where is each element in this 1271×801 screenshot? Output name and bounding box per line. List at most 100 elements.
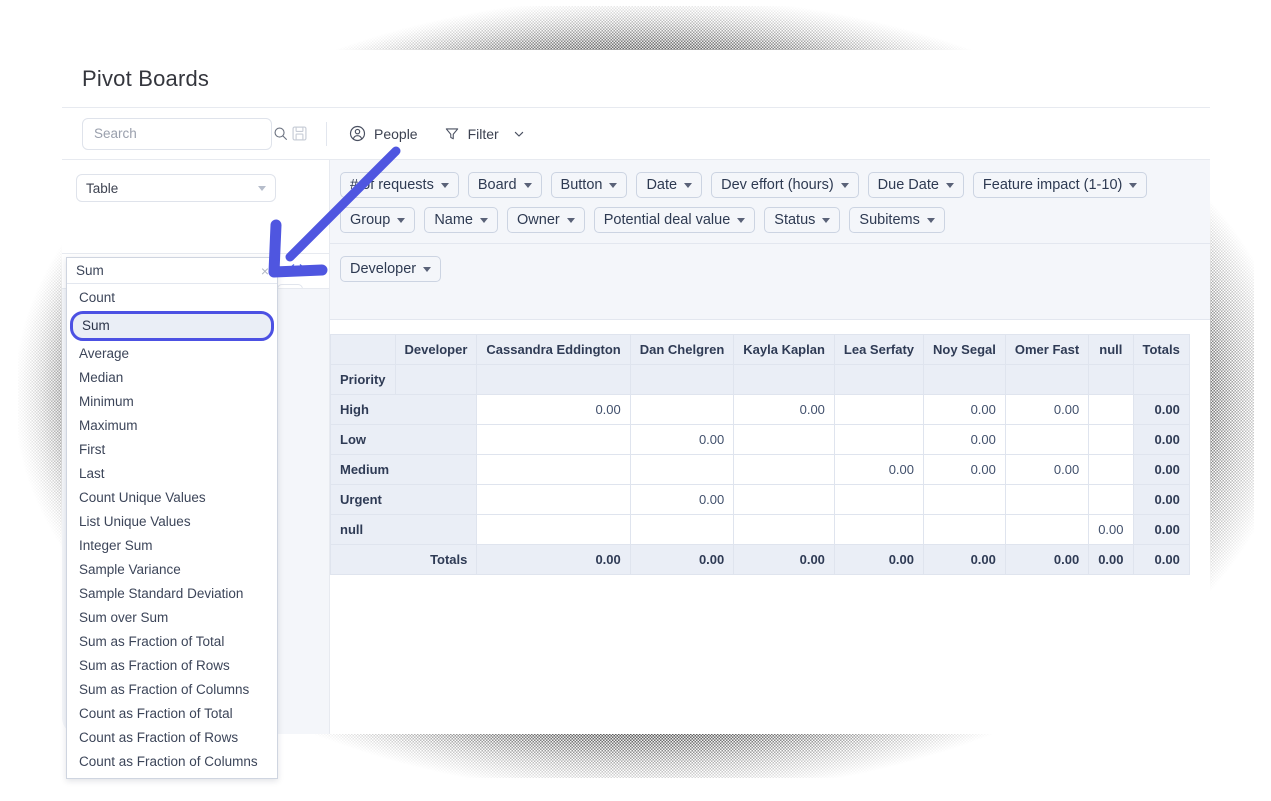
aggregator-input-value: Sum [76, 263, 104, 278]
close-x-icon[interactable]: × [261, 264, 269, 278]
field-chip[interactable]: Feature impact (1-10) [972, 172, 1148, 198]
field-chip[interactable]: Due Date [867, 172, 964, 198]
aggregator-option[interactable]: Sample Standard Deviation [67, 582, 277, 606]
table-cell [476, 484, 631, 515]
aggregator-option[interactable]: First [67, 438, 277, 462]
aggregator-option[interactable]: Average [67, 342, 277, 366]
field-chip[interactable]: Subitems [849, 207, 945, 233]
aggregator-option[interactable]: Count [67, 286, 277, 310]
funnel-icon [444, 126, 460, 142]
field-chip[interactable]: Owner [507, 207, 585, 233]
chevron-down-icon [513, 128, 525, 140]
chevron-down-icon [1129, 182, 1138, 188]
total-cell: 0.00 [1088, 544, 1134, 575]
field-chip-developer[interactable]: Developer [340, 256, 442, 282]
total-cell: 0.00 [1004, 544, 1090, 575]
field-chip[interactable]: Potential deal value [593, 207, 756, 233]
column-header[interactable]: Kayla Kaplan [733, 334, 835, 365]
row-header[interactable]: Medium [330, 454, 478, 485]
field-chip[interactable]: Date [636, 172, 703, 198]
table-cell: 0.00 [923, 394, 1006, 425]
column-header[interactable]: Lea Serfaty [833, 334, 925, 365]
table-cell [1004, 484, 1090, 515]
column-header[interactable]: Dan Chelgren [629, 334, 735, 365]
window-titlebar: Pivot Boards [62, 50, 1210, 108]
row-total-cell: 0.00 [1132, 424, 1190, 455]
toolbar-people-button[interactable]: People [343, 121, 424, 146]
row-header[interactable]: Low [330, 424, 478, 455]
column-header[interactable]: null [1088, 334, 1134, 365]
arrows-horizontal-icon[interactable] [289, 261, 305, 274]
chevron-down-icon [566, 217, 575, 223]
chevron-down-icon [258, 185, 266, 191]
renderer-select[interactable]: Table [76, 174, 276, 202]
available-fields-zone: # of requests Board Button Date Dev effo… [330, 160, 1210, 244]
spacer-cell [1004, 364, 1090, 395]
table-cell: 0.00 [1004, 394, 1090, 425]
chevron-down-icon [609, 182, 618, 188]
field-chip-label: Date [646, 177, 678, 193]
field-chip-label: Status [774, 212, 816, 228]
field-chip[interactable]: Button [550, 172, 628, 198]
aggregator-option[interactable]: Sum as Fraction of Columns [67, 678, 277, 702]
aggregator-option-selected[interactable]: Sum [70, 311, 274, 341]
row-header[interactable]: High [330, 394, 478, 425]
aggregator-option[interactable]: Minimum [67, 390, 277, 414]
aggregator-option[interactable]: Sum as Fraction of Total [67, 630, 277, 654]
toolbar-filter-button[interactable]: Filter [438, 122, 531, 146]
row-axis-label: Priority [330, 364, 396, 395]
chevron-down-icon [423, 266, 432, 272]
column-header[interactable]: Cassandra Eddington [476, 334, 631, 365]
table-cell [629, 394, 735, 425]
table-row: null 0.00 0.00 [330, 514, 1190, 545]
table-cell [733, 454, 835, 485]
table-cell [923, 514, 1006, 545]
aggregator-option[interactable]: Count as Fraction of Columns [67, 750, 277, 774]
aggregator-option[interactable]: Median [67, 366, 277, 390]
search-icon [273, 126, 288, 141]
row-header[interactable]: Urgent [330, 484, 478, 515]
corner-cell [330, 334, 396, 365]
aggregator-option[interactable]: Sample Variance [67, 558, 277, 582]
aggregator-option[interactable]: Count as Fraction of Total [67, 702, 277, 726]
table-cell: 0.00 [629, 484, 735, 515]
column-header[interactable]: Noy Segal [923, 334, 1006, 365]
aggregator-option[interactable]: Maximum [67, 414, 277, 438]
table-cell [1088, 424, 1134, 455]
renderer-select-value: Table [86, 180, 119, 196]
field-chip[interactable]: # of requests [340, 172, 459, 198]
totals-row-label: Totals [330, 544, 478, 575]
aggregator-option[interactable]: Last [67, 462, 277, 486]
field-chip-label: Developer [350, 261, 417, 277]
table-cell [1088, 484, 1134, 515]
chevron-down-icon [840, 182, 849, 188]
row-total-cell: 0.00 [1132, 514, 1190, 545]
chevron-down-icon [822, 217, 831, 223]
save-floppy-icon[interactable] [288, 123, 310, 145]
search-box[interactable] [82, 117, 287, 150]
aggregator-option[interactable]: Sum over Sum [67, 606, 277, 630]
chevron-down-icon [523, 182, 532, 188]
search-input[interactable] [92, 125, 273, 142]
spacer-cell [394, 364, 478, 395]
toolbar-filter-label: Filter [467, 125, 499, 142]
column-header[interactable]: Omer Fast [1004, 334, 1090, 365]
pivot-table-zone: Developer Cassandra Eddington Dan Chelgr… [330, 320, 1210, 734]
column-axis-label: Developer [394, 334, 478, 365]
field-chip[interactable]: Status [764, 207, 841, 233]
aggregator-option[interactable]: Sum as Fraction of Rows [67, 654, 277, 678]
aggregator-option[interactable]: List Unique Values [67, 510, 277, 534]
aggregator-input-row[interactable]: Sum × [67, 258, 277, 284]
field-chip-label: Due Date [877, 177, 939, 193]
table-cell [733, 424, 835, 455]
field-chip[interactable]: Name [424, 207, 498, 233]
field-chip[interactable]: Group [340, 207, 416, 233]
aggregator-option[interactable]: Count as Fraction of Rows [67, 726, 277, 750]
aggregator-option[interactable]: Count Unique Values [67, 486, 277, 510]
row-header[interactable]: null [330, 514, 478, 545]
aggregator-option[interactable]: Integer Sum [67, 534, 277, 558]
field-chip[interactable]: Board [467, 172, 542, 198]
aggregator-dropdown[interactable]: Sum × Count Sum Average Median Minimum M… [66, 257, 278, 779]
row-total-cell: 0.00 [1132, 484, 1190, 515]
field-chip[interactable]: Dev effort (hours) [711, 172, 859, 198]
